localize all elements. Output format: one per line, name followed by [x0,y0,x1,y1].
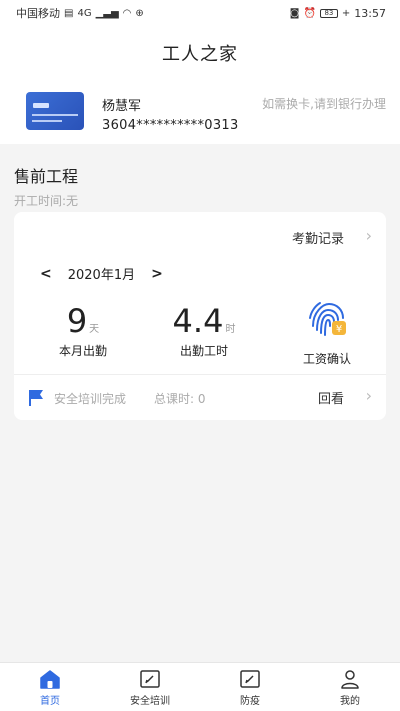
project-title: 售前工程 [14,167,79,186]
attendance-card: 考勤记录 › < 2020年1月 > 9天 本月出勤 4.4时 出勤工时 ¥ [14,212,386,420]
flag-icon [29,390,43,406]
prev-month-button[interactable]: < [40,266,52,282]
attendance-hours-label: 出勤工时 [179,344,228,358]
network-text: 4G [77,7,92,19]
training-hours: 总课时: 0 [154,392,206,406]
status-bar: 中国移动 ▤ 4G ▁▃▅ ◠ ⊕ ◙ ⏰ 83 + 13:57 [0,0,400,26]
signal-icon: ▁▃▅ [95,7,119,19]
attendance-hours-value: 4.4 [172,302,224,340]
vibrate-icon: ◙ [289,7,300,19]
project-start-time: 开工时间:无 [14,194,79,208]
tab-mine-label: 我的 [340,695,360,707]
tab-home-label: 首页 [40,695,60,707]
training-row[interactable]: 安全培训完成 总课时: 0 回看 › [14,375,386,420]
time-text: 13:57 [354,6,386,20]
month-selector: < 2020年1月 > [40,264,163,284]
tab-home[interactable]: 首页 [0,663,100,711]
card-number: 3604**********0313 [102,118,239,133]
card-holder-name: 杨慧军 [102,99,142,114]
hd-icon: ▤ [64,7,74,19]
epidemic-book-icon [240,669,260,688]
status-left: 中国移动 ▤ 4G ▁▃▅ ◠ ⊕ [16,5,144,21]
attendance-hours-stat: 4.4 时 出勤工时 [164,302,244,359]
salary-confirm-button[interactable]: ¥ 工资确认 [296,300,358,367]
location-icon: ⊕ [135,7,144,19]
attendance-days-label: 本月出勤 [58,344,107,358]
chevron-right-icon[interactable]: › [366,226,372,245]
tab-mine[interactable]: 我的 [300,663,400,711]
card-change-hint: 如需换卡,请到银行办理 [262,97,386,111]
home-icon [40,669,60,689]
replay-button[interactable]: 回看 [318,388,344,407]
chevron-right-icon[interactable]: › [366,386,372,405]
page-title: 工人之家 [162,44,238,65]
next-month-button[interactable]: > [151,266,163,282]
tab-safety-training[interactable]: 安全培训 [100,663,200,711]
battery-icon: 83 [319,8,338,18]
carrier-text: 中国移动 [16,7,60,20]
tab-epidemic-label: 防疫 [240,695,260,707]
training-book-icon [140,669,160,688]
attendance-records-link[interactable]: 考勤记录 [292,228,344,247]
bank-card-section[interactable]: 杨慧军 如需换卡,请到银行办理 3604**********0313 [0,80,400,144]
fingerprint-icon: ¥ [309,302,346,336]
attendance-days-value: 9 [66,302,88,340]
user-icon [341,669,359,689]
salary-confirm-label: 工资确认 [302,352,351,366]
wifi-icon: ◠ [122,7,132,19]
attendance-days-stat: 9天 本月出勤 [48,302,118,359]
app-header: 工人之家 [0,26,400,80]
status-right: ◙ ⏰ 83 + 13:57 [290,7,386,20]
bank-card-icon [26,92,84,130]
current-month: 2020年1月 [67,268,136,283]
tab-safety-training-label: 安全培训 [130,695,170,707]
attendance-days-unit: 天 [89,324,100,335]
tab-epidemic[interactable]: 防疫 [200,663,300,711]
svg-text:¥: ¥ [336,324,342,335]
bottom-tab-bar: 首页 安全培训 防疫 我的 [0,662,400,711]
charging-icon: + [341,7,351,19]
training-status: 安全培训完成 [54,392,127,406]
attendance-hours-unit: 时 [225,324,236,335]
alarm-icon: ⏰ [303,7,316,19]
